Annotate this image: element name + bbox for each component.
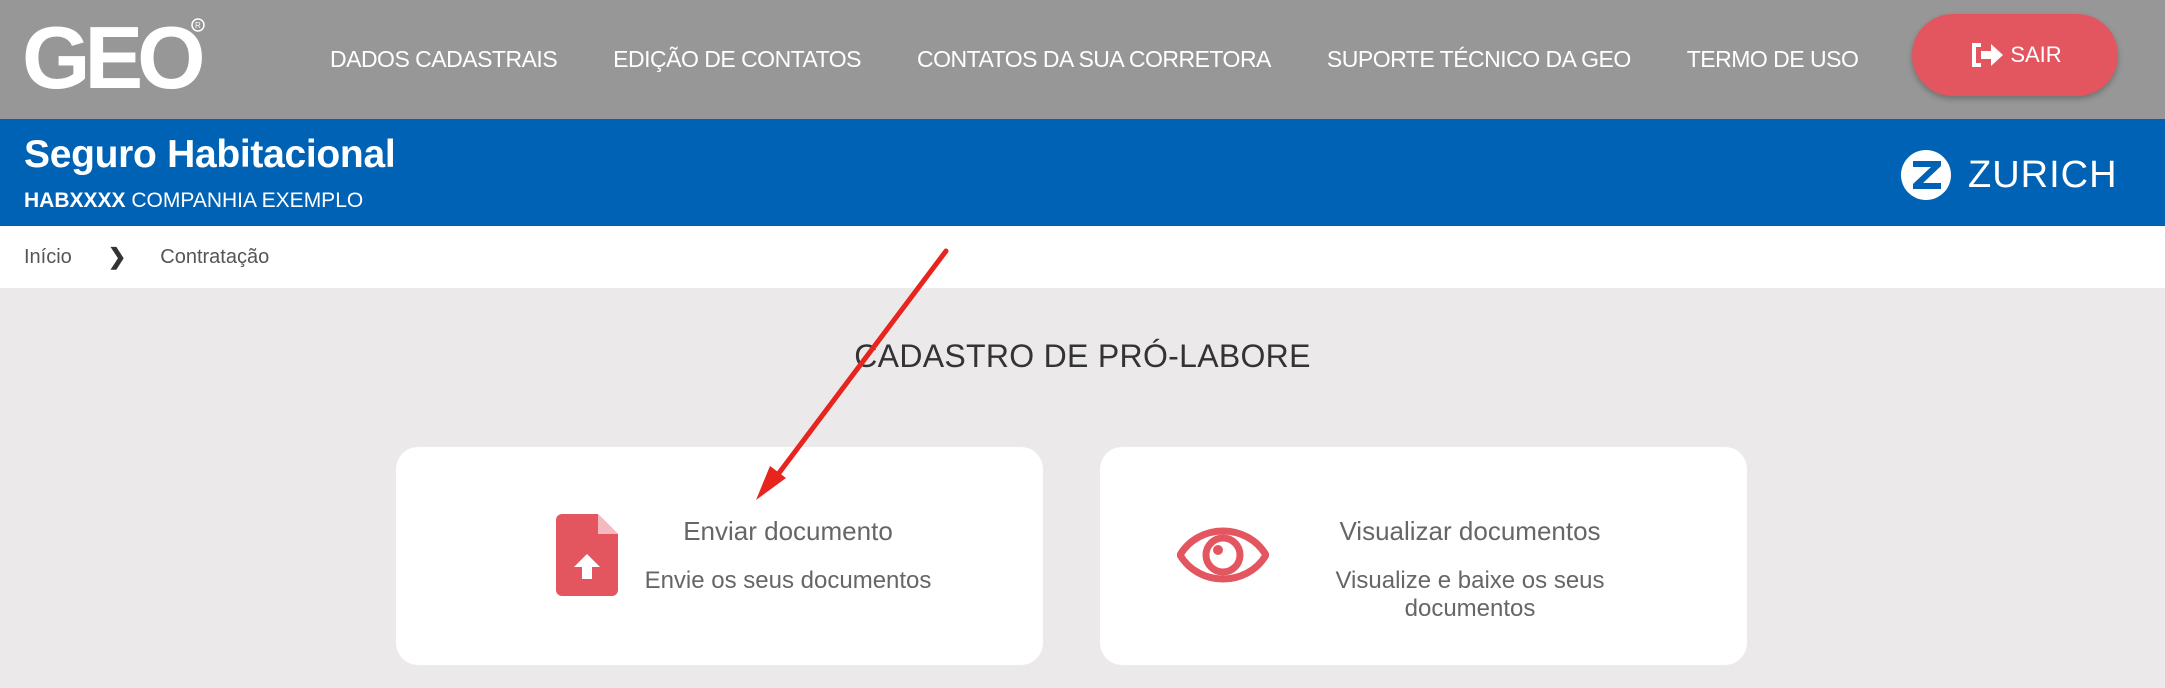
company-name: COMPANHIA EXEMPLO bbox=[131, 189, 364, 212]
view-documents-text: Visualizar documentos Visualize e baixe … bbox=[1270, 516, 1670, 623]
product-subtitle: HABXXXX COMPANHIA EXEMPLO bbox=[24, 189, 363, 213]
send-document-description: Envie os seus documentos bbox=[644, 567, 932, 594]
main-nav: DADOS CADASTRAIS EDIÇÃO DE CONTATOS CONT… bbox=[330, 0, 1914, 119]
svg-text:GEO: GEO bbox=[22, 16, 202, 100]
product-header: Seguro Habitacional HABXXXX COMPANHIA EX… bbox=[0, 119, 2165, 226]
zurich-z-icon bbox=[1901, 150, 1951, 200]
breadcrumb-current: Contratação bbox=[160, 245, 270, 268]
nav-dados-cadastrais[interactable]: DADOS CADASTRAIS bbox=[330, 46, 558, 73]
send-document-card[interactable]: Enviar documento Envie os seus documento… bbox=[396, 447, 1043, 665]
chevron-right-icon: ❯ bbox=[107, 244, 127, 269]
eye-icon bbox=[1177, 527, 1269, 583]
logout-button[interactable]: SAIR bbox=[1912, 14, 2118, 96]
breadcrumb-home[interactable]: Início bbox=[24, 246, 72, 269]
nav-termo-uso[interactable]: TERMO DE USO bbox=[1687, 46, 1859, 73]
page-title: CADASTRO DE PRÓ-LABORE bbox=[854, 338, 1311, 374]
logout-label: SAIR bbox=[2010, 42, 2062, 67]
insurer-name: ZURICH bbox=[1968, 153, 2118, 196]
svg-text:R: R bbox=[195, 21, 201, 30]
zurich-logo: ZURICH bbox=[1900, 147, 2118, 203]
top-navbar: GEO R DADOS CADASTRAIS EDIÇÃO DE CONTATO… bbox=[0, 0, 2165, 119]
view-documents-description: Visualize e baixe os seus documentos bbox=[1335, 567, 1605, 622]
file-upload-icon bbox=[556, 514, 618, 596]
nav-suporte-tecnico[interactable]: SUPORTE TÉCNICO DA GEO bbox=[1327, 46, 1631, 73]
geo-logo-icon: GEO R bbox=[22, 16, 207, 100]
product-title: Seguro Habitacional bbox=[24, 133, 396, 176]
send-document-title: Enviar documento bbox=[683, 516, 893, 546]
product-code: HABXXXX bbox=[24, 189, 126, 212]
view-documents-card[interactable]: Visualizar documentos Visualize e baixe … bbox=[1100, 447, 1747, 665]
breadcrumb: Início ❯ Contratação bbox=[0, 226, 2165, 288]
sign-out-icon bbox=[1972, 43, 2004, 67]
nav-contatos-corretora[interactable]: CONTATOS DA SUA CORRETORA bbox=[917, 46, 1271, 73]
geo-logo[interactable]: GEO R bbox=[22, 16, 207, 100]
nav-edicao-contatos[interactable]: EDIÇÃO DE CONTATOS bbox=[613, 46, 861, 73]
view-documents-title: Visualizar documentos bbox=[1339, 516, 1601, 546]
send-document-text: Enviar documento Envie os seus documento… bbox=[618, 516, 958, 595]
